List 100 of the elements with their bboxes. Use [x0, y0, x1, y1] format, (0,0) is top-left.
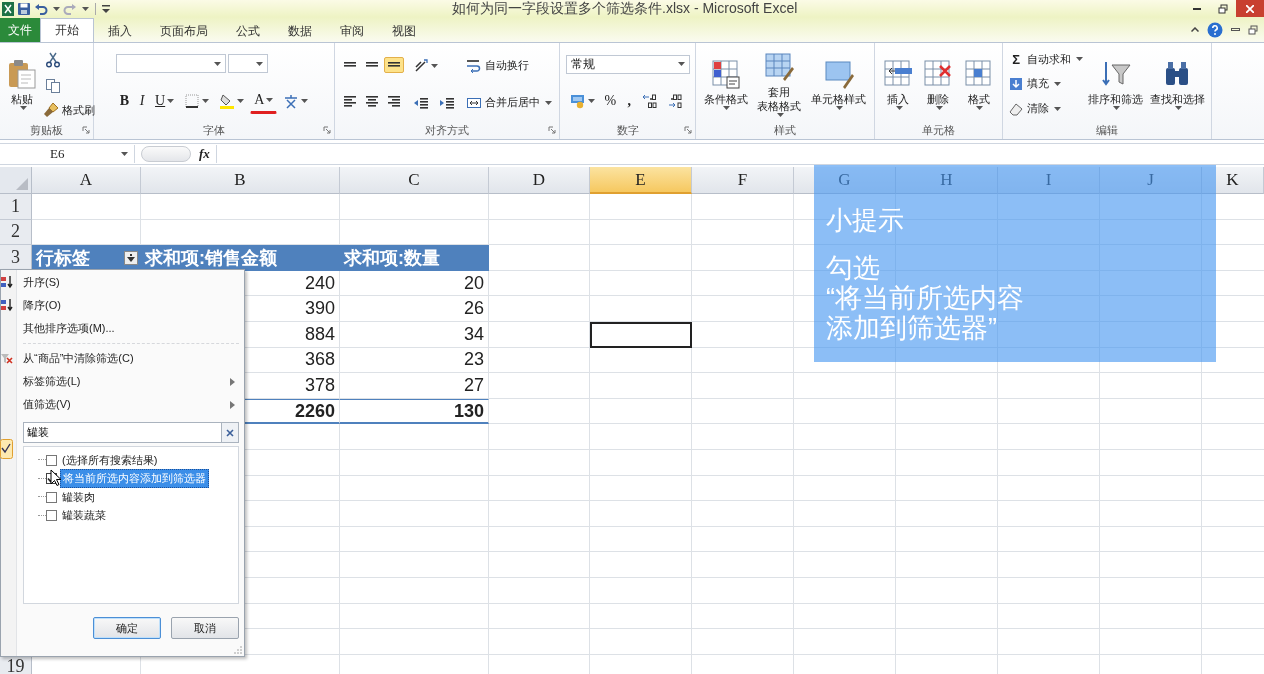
side-check-icon: [0, 439, 13, 459]
group-label: 样式: [774, 122, 796, 138]
row-header[interactable]: 1: [0, 194, 32, 220]
table-format-icon: [763, 51, 796, 83]
save-icon: [17, 1, 31, 16]
dialog-launcher-button[interactable]: [684, 126, 692, 134]
ribbon-button[interactable]: 套用 表格格式: [754, 49, 805, 119]
ribbon-button[interactable]: 格式: [959, 56, 998, 112]
customize-icon: [102, 4, 110, 13]
ribbon-tab[interactable]: 公式: [222, 20, 274, 42]
restore-icon: [1218, 3, 1228, 14]
group-label: 对齐方式: [425, 122, 469, 138]
ribbon-button[interactable]: 粘贴: [3, 56, 41, 112]
column-header[interactable]: C: [340, 167, 489, 194]
ribbon-tab[interactable]: 文件: [0, 18, 40, 42]
submenu-arrow-icon: [230, 377, 235, 386]
option-label[interactable]: (选择所有搜索结果): [60, 451, 160, 469]
minimize-icon: [1193, 7, 1201, 10]
launcher-icon: [548, 126, 556, 134]
ribbon-button[interactable]: %: [600, 89, 621, 114]
ribbon-button[interactable]: A: [250, 87, 278, 114]
option-label[interactable]: 罐装蔬菜: [60, 507, 108, 525]
active-cell[interactable]: [590, 321, 692, 348]
dropdown-field[interactable]: [115, 54, 226, 74]
ribbon-button[interactable]: 单元格样式: [808, 56, 870, 112]
ribbon-tab[interactable]: 视图: [378, 20, 430, 42]
ribbon-tab[interactable]: 数据: [274, 20, 326, 42]
ok-button[interactable]: 确定: [93, 617, 161, 639]
fill-down-icon: [1008, 75, 1025, 92]
copy-icon: [45, 78, 61, 94]
ribbon-tab[interactable]: 审阅: [326, 20, 378, 42]
column-header[interactable]: K: [1202, 167, 1264, 194]
dialog-launcher-button[interactable]: [548, 126, 556, 134]
column-header[interactable]: D: [489, 167, 590, 194]
search-field[interactable]: 罐装: [23, 422, 221, 443]
caret-icon: [121, 152, 128, 156]
insert-function-button[interactable]: fx: [199, 146, 210, 162]
cancel-button[interactable]: 取消: [171, 617, 239, 639]
submenu-arrow-icon: [230, 400, 235, 409]
table-header: 求和项:数量: [340, 245, 489, 271]
name-box[interactable]: E6: [0, 145, 135, 163]
ribbon-button[interactable]: 自动换行: [463, 55, 531, 76]
select-all-icon: [16, 178, 28, 190]
ribbon-tab[interactable]: 页面布局: [146, 20, 222, 42]
ribbon-button[interactable]: 删除: [919, 56, 958, 112]
filter-button[interactable]: [124, 251, 138, 266]
ribbon-button[interactable]: 插入: [879, 56, 918, 112]
ribbon-button[interactable]: 填充: [1006, 73, 1064, 94]
dropdown-field[interactable]: [227, 54, 268, 74]
ribbon-tab[interactable]: 开始: [40, 18, 94, 42]
dialog-launcher-button[interactable]: [82, 126, 90, 134]
border-icon: [184, 92, 201, 109]
ribbon-tab[interactable]: 插入: [94, 20, 146, 42]
resize-grip-icon: [234, 646, 242, 654]
ribbon-button[interactable]: 查找和选择: [1146, 56, 1208, 112]
close-button[interactable]: [1236, 0, 1264, 17]
ribbon-button[interactable]: [384, 56, 405, 73]
checkbox[interactable]: [46, 510, 57, 522]
row-header[interactable]: 2: [0, 219, 32, 246]
group-label: 字体: [203, 122, 225, 138]
ribbon-button[interactable]: U: [151, 88, 179, 113]
option-list[interactable]: (选择所有搜索结果) 将当前所选内容添加到筛选器 罐装肉 罐装蔬菜: [23, 446, 239, 604]
increase-decimal-icon: [642, 93, 659, 110]
caret-icon: [677, 62, 685, 67]
dropdown-field[interactable]: 常规: [565, 54, 690, 74]
brush-icon: [43, 102, 59, 118]
column-header[interactable]: E: [590, 167, 692, 194]
close-icon: [226, 428, 234, 437]
ribbon-button[interactable]: 格式刷: [41, 100, 97, 120]
clear-search-button[interactable]: [221, 422, 239, 443]
column-header[interactable]: F: [692, 167, 794, 194]
tip-text: 添加到筛选器”: [826, 313, 997, 343]
column-header[interactable]: A: [32, 167, 141, 194]
row-header[interactable]: 3: [0, 245, 32, 271]
ribbon-button[interactable]: 排序和筛选: [1085, 56, 1147, 112]
help-icon: [1207, 21, 1223, 38]
option-label[interactable]: 罐装肉: [60, 488, 97, 506]
checkbox[interactable]: [46, 491, 57, 503]
ribbon-button[interactable]: ,: [622, 89, 637, 114]
checkbox[interactable]: [46, 454, 57, 466]
ribbon-button[interactable]: I: [135, 88, 150, 113]
sort-ascending-icon: [1, 275, 13, 289]
ribbon-button[interactable]: 条件格式: [700, 56, 751, 112]
align-center-icon: [366, 96, 379, 108]
minimize-icon: [1231, 28, 1240, 31]
caret-icon: [255, 61, 263, 66]
undo-icon: [34, 1, 48, 16]
clipboard-icon: [6, 58, 38, 90]
dialog-launcher-button[interactable]: [323, 126, 331, 134]
ribbon-button[interactable]: 合并后居中: [463, 92, 554, 113]
launcher-icon: [323, 126, 331, 134]
ribbon-button[interactable]: B: [115, 88, 134, 113]
mouse-cursor-icon: [50, 469, 62, 487]
sort-descending-icon: [1, 298, 13, 312]
conditional-format-icon: [709, 58, 742, 90]
column-header[interactable]: B: [141, 167, 340, 194]
restore-icon: [1248, 24, 1258, 35]
ribbon-button[interactable]: 清除: [1006, 98, 1064, 119]
ribbon-button[interactable]: Σ 自动求和: [1006, 49, 1086, 69]
window-title: 如何为同一字段设置多个筛选条件.xlsx - Microsoft Excel: [452, 0, 798, 16]
